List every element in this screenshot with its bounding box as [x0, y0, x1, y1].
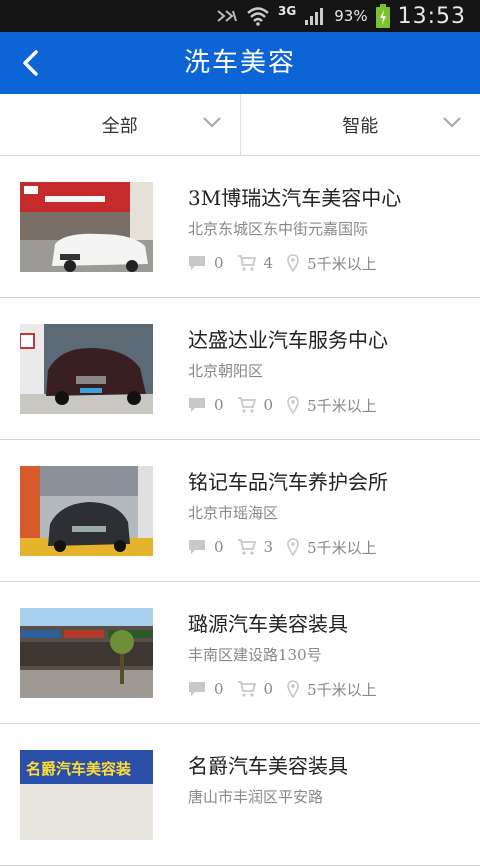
chevron-down-icon [202, 116, 222, 128]
list-item[interactable]: 名爵汽车美容装 名爵汽车美容装具 唐山市丰润区平安路 [0, 724, 480, 866]
cart-icon [238, 255, 256, 271]
shop-stats: 0 0 5千米以上 [188, 394, 391, 416]
cart-icon [238, 681, 256, 697]
battery-charging-icon [376, 4, 390, 28]
comment-count: 0 [188, 396, 224, 414]
shop-name: 铭记车品汽车养护会所 [188, 466, 388, 495]
comment-count: 0 [188, 680, 224, 698]
shop-name: 璐源汽车美容装具 [188, 608, 348, 637]
title-bar: 洗车美容 [0, 32, 480, 94]
shop-stats: 0 3 5千米以上 [188, 536, 391, 558]
signal-icon [304, 7, 326, 25]
status-bar: 3G 93% 13:53 [0, 0, 480, 32]
clock: 13:53 [398, 4, 466, 29]
location-pin-icon [287, 396, 299, 414]
shop-sign-text: 名爵汽车美容装 [26, 760, 132, 778]
shop-address: 丰南区建设路130号 [188, 644, 322, 665]
category-filter-label: 全部 [102, 112, 138, 138]
page-title: 洗车美容 [0, 32, 480, 94]
shop-list: 3M博瑞达汽车美容中心 北京东城区东中街元嘉国际 0 4 5千米以上 [0, 156, 480, 866]
wifi-icon [246, 6, 270, 26]
cart-icon [238, 397, 256, 413]
comment-icon [188, 539, 206, 555]
comment-count: 0 [188, 538, 224, 556]
comment-icon [188, 681, 206, 697]
notification-icon [216, 8, 238, 24]
shop-address: 北京朝阳区 [188, 360, 263, 381]
shop-thumbnail [20, 182, 153, 272]
order-count: 0 [238, 680, 274, 698]
shop-stats: 0 0 5千米以上 [188, 678, 391, 700]
distance: 5千米以上 [287, 679, 377, 700]
filter-bar: 全部 智能 [0, 94, 480, 156]
shop-thumbnail: 名爵汽车美容装 [20, 750, 153, 840]
list-item[interactable]: 铭记车品汽车养护会所 北京市瑶海区 0 3 5千米以上 [0, 440, 480, 582]
order-count: 0 [238, 396, 274, 414]
comment-icon [188, 397, 206, 413]
shop-stats: 0 4 5千米以上 [188, 252, 391, 274]
shop-thumbnail [20, 466, 153, 556]
shop-address: 北京东城区东中街元嘉国际 [188, 218, 368, 239]
shop-name: 名爵汽车美容装具 [188, 750, 348, 779]
location-pin-icon [287, 538, 299, 556]
shop-thumbnail [20, 608, 153, 698]
distance: 5千米以上 [287, 395, 377, 416]
sort-filter-label: 智能 [342, 112, 378, 138]
order-count: 4 [238, 254, 274, 272]
comment-count: 0 [188, 254, 224, 272]
distance: 5千米以上 [287, 537, 377, 558]
list-item[interactable]: 达盛达业汽车服务中心 北京朝阳区 0 0 5千米以上 [0, 298, 480, 440]
order-count: 3 [238, 538, 274, 556]
network-type: 3G [278, 4, 296, 18]
sort-filter-dropdown[interactable]: 智能 [240, 94, 480, 155]
category-filter-dropdown[interactable]: 全部 [0, 94, 240, 155]
distance: 5千米以上 [287, 253, 377, 274]
shop-name: 3M博瑞达汽车美容中心 [188, 182, 401, 211]
list-item[interactable]: 璐源汽车美容装具 丰南区建设路130号 0 0 5千米以上 [0, 582, 480, 724]
shop-address: 唐山市丰润区平安路 [188, 786, 323, 807]
list-item[interactable]: 3M博瑞达汽车美容中心 北京东城区东中街元嘉国际 0 4 5千米以上 [0, 156, 480, 298]
battery-percent: 93% [334, 7, 367, 25]
location-pin-icon [287, 254, 299, 272]
shop-thumbnail [20, 324, 153, 414]
location-pin-icon [287, 680, 299, 698]
cart-icon [238, 539, 256, 555]
comment-icon [188, 255, 206, 271]
shop-name: 达盛达业汽车服务中心 [188, 324, 388, 353]
chevron-down-icon [442, 116, 462, 128]
shop-address: 北京市瑶海区 [188, 502, 278, 523]
